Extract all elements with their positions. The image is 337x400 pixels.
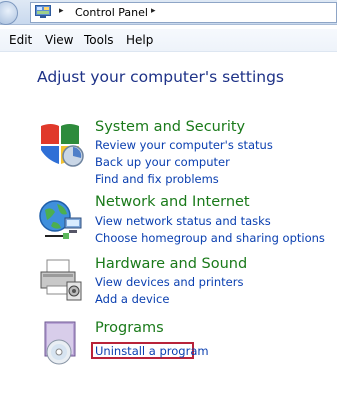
- control-panel-icon: [35, 5, 51, 18]
- chevron-right-icon[interactable]: ▸: [59, 6, 64, 16]
- category-programs[interactable]: Programs: [95, 320, 164, 336]
- menu-edit[interactable]: Edit: [9, 33, 32, 47]
- address-box[interactable]: ▸ Control Panel ▸: [30, 2, 337, 23]
- network-globe-icon: [39, 200, 82, 239]
- programs-disc-icon: [44, 321, 76, 365]
- menu-bar: Edit View Tools Help: [0, 29, 337, 52]
- link-uninstall-program[interactable]: Uninstall a program: [95, 344, 209, 358]
- chevron-right-icon[interactable]: ▸: [151, 6, 156, 16]
- menu-view[interactable]: View: [45, 33, 73, 47]
- category-system-security[interactable]: System and Security: [95, 119, 245, 135]
- menu-help[interactable]: Help: [126, 33, 153, 47]
- printer-icon: [40, 259, 82, 301]
- back-button[interactable]: [0, 1, 18, 25]
- category-network-internet[interactable]: Network and Internet: [95, 194, 250, 210]
- link-find-fix[interactable]: Find and fix problems: [95, 172, 219, 186]
- menu-tools[interactable]: Tools: [84, 33, 114, 47]
- category-hardware-sound[interactable]: Hardware and Sound: [95, 256, 247, 272]
- shield-icon: [41, 124, 84, 167]
- link-devices-printers[interactable]: View devices and printers: [95, 275, 243, 289]
- link-add-device[interactable]: Add a device: [95, 292, 169, 306]
- link-homegroup[interactable]: Choose homegroup and sharing options: [95, 231, 325, 245]
- page-title: Adjust your computer's settings: [37, 68, 284, 86]
- link-network-status[interactable]: View network status and tasks: [95, 214, 271, 228]
- link-back-up[interactable]: Back up your computer: [95, 155, 230, 169]
- link-review-status[interactable]: Review your computer's status: [95, 138, 273, 152]
- address-bar: ▸ Control Panel ▸: [0, 0, 337, 25]
- breadcrumb-control-panel[interactable]: Control Panel: [75, 6, 148, 19]
